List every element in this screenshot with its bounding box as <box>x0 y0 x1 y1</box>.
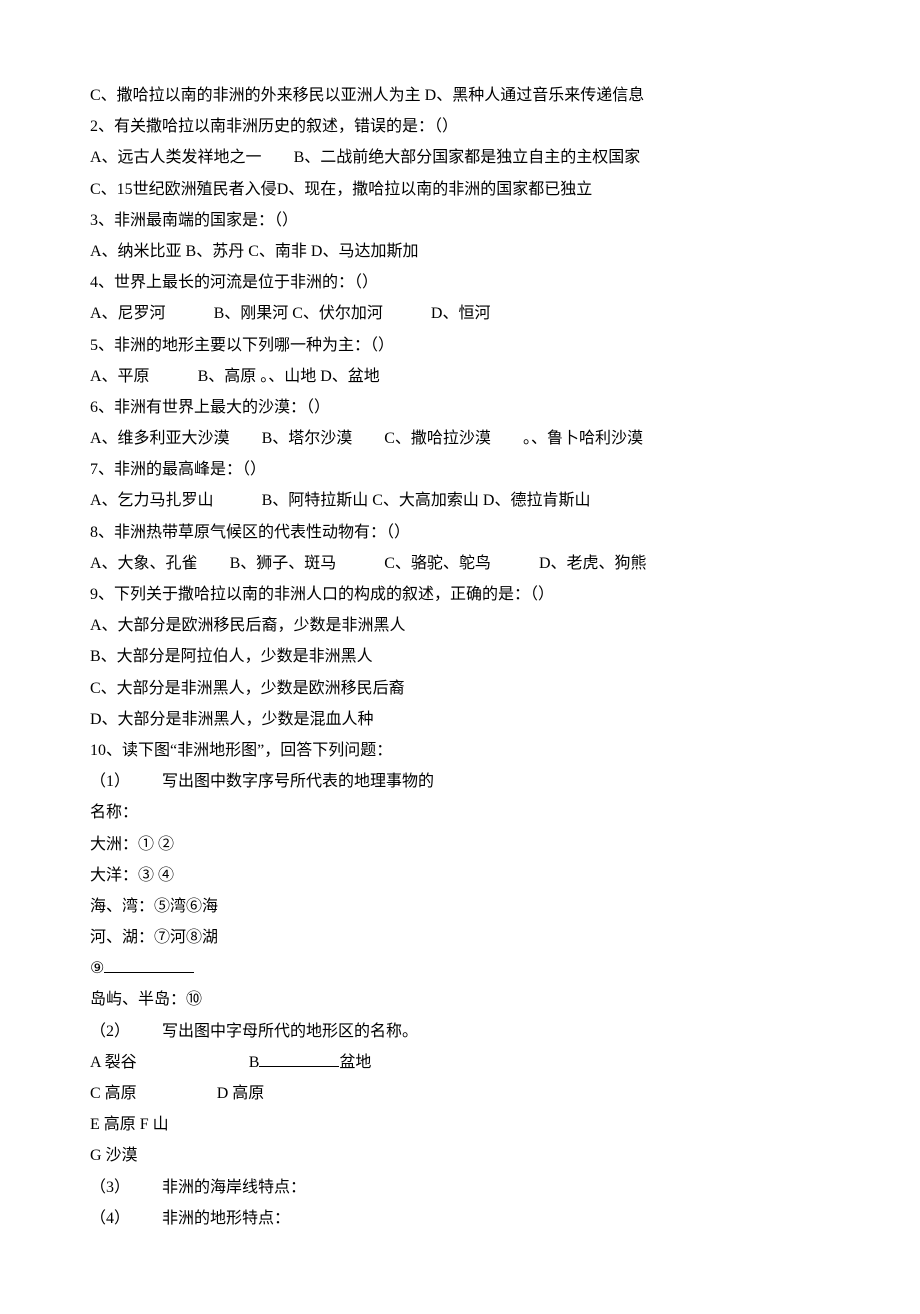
q10-p2-num: （2） <box>90 1023 130 1040</box>
q6-opt-b: B、塔尔沙漠 <box>262 430 353 447</box>
q5-options: A、平原 B、高原 。、山地 D、盆地 <box>90 361 830 392</box>
q10-p1-num: （1） <box>90 773 130 790</box>
q10-ocean: 大洋：③ ④ <box>90 860 830 891</box>
q10-line-cd: C 高原 D 高原 <box>90 1078 830 1109</box>
q10-p4-num: （4） <box>90 1210 130 1227</box>
q10-continent: 大洲：① ② <box>90 829 830 860</box>
q8-options: A、大象、孔雀 B、狮子、斑马 C、骆驼、鸵鸟 D、老虎、狗熊 <box>90 548 830 579</box>
q10-p4: （4） 非洲的地形特点： <box>90 1203 830 1234</box>
q6-opt-a: A、维多利亚大沙漠 <box>90 430 230 447</box>
q-pre-option-c-d: C、撒哈拉以南的非洲的外来移民以亚洲人为主 D、黑种人通过音乐来传递信息 <box>90 80 830 111</box>
q3-options: A、纳米比亚 B、苏丹 C、南非 D、马达加斯加 <box>90 236 830 267</box>
q2-opt-c: C、15世纪欧洲殖民者入侵 <box>90 181 277 198</box>
q4-opt-d: D、恒河 <box>431 305 491 322</box>
q10-p3-text: 非洲的海岸线特点： <box>162 1179 306 1196</box>
q3-stem: 3、非洲最南端的国家是：（） <box>90 205 830 236</box>
q10-p3-num: （3） <box>90 1179 130 1196</box>
q6-opt-c: C、撒哈拉沙漠 <box>384 430 491 447</box>
q10-p2-text: 写出图中字母所代的地形区的名称。 <box>162 1023 418 1040</box>
q10-nine: ⑨ <box>90 953 830 984</box>
q10-p4-text: 非洲的地形特点： <box>162 1210 290 1227</box>
q2-stem: 2、有关撒哈拉以南非洲历史的叙述，错误的是：（） <box>90 111 830 142</box>
q10-line-g: G 沙漠 <box>90 1140 830 1171</box>
q2-options-ab: A、远古人类发祥地之一 B、二战前绝大部分国家都是独立自主的主权国家 <box>90 142 830 173</box>
q10-p1-line1: （1） 写出图中数字序号所代表的地理事物的 <box>90 766 830 797</box>
q7-opt-a: A、乞力马扎罗山 <box>90 492 214 509</box>
blank-input[interactable] <box>104 956 194 973</box>
q10-p1-text: 写出图中数字序号所代表的地理事物的 <box>162 773 434 790</box>
q10-a: A 裂谷 <box>90 1054 137 1071</box>
q9-opt-d: D、大部分是非洲黑人，少数是混血人种 <box>90 704 830 735</box>
q10-line-ef: E 高原 F 山 <box>90 1109 830 1140</box>
q7-opt-rest: B、阿特拉斯山 C、大高加索山 D、德拉肯斯山 <box>262 492 591 509</box>
q10-line-ab: A 裂谷 B 盆地 <box>90 1047 830 1078</box>
q7-options: A、乞力马扎罗山 B、阿特拉斯山 C、大高加索山 D、德拉肯斯山 <box>90 485 830 516</box>
q10-p1-line2: 名称： <box>90 797 830 828</box>
q10-c: C 高原 <box>90 1085 137 1102</box>
q4-options: A、尼罗河 B、刚果河 C、伏尔加河 D、恒河 <box>90 298 830 329</box>
q10-b-suf: 盆地 <box>339 1054 371 1071</box>
q4-stem: 4、世界上最长的河流是位于非洲的：（） <box>90 267 830 298</box>
q10-river: 河、湖：⑦河⑧湖 <box>90 922 830 953</box>
q8-opt-b: B、狮子、斑马 <box>230 555 337 572</box>
q9-opt-a: A、大部分是欧洲移民后裔，少数是非洲黑人 <box>90 610 830 641</box>
q5-opt-a: A、平原 <box>90 368 150 385</box>
q10-d: D 高原 <box>217 1085 265 1102</box>
q6-stem: 6、非洲有世界上最大的沙漠：（） <box>90 392 830 423</box>
q10-stem: 10、读下图“非洲地形图”，回答下列问题： <box>90 735 830 766</box>
q6-options: A、维多利亚大沙漠 B、塔尔沙漠 C、撒哈拉沙漠 。、鲁卜哈利沙漠 <box>90 423 830 454</box>
q8-stem: 8、非洲热带草原气候区的代表性动物有：（） <box>90 517 830 548</box>
q2-opt-d: D、现在，撒哈拉以南的非洲的国家都已独立 <box>277 181 593 198</box>
q2-options-cd: C、15世纪欧洲殖民者入侵D、现在，撒哈拉以南的非洲的国家都已独立 <box>90 174 830 205</box>
q10-island: 岛屿、半岛：⑩ <box>90 984 830 1015</box>
q2-opt-b: B、二战前绝大部分国家都是独立自主的主权国家 <box>294 149 641 166</box>
q5-opt-rest: B、高原 。、山地 D、盆地 <box>198 368 380 385</box>
q9-stem: 9、下列关于撒哈拉以南的非洲人口的构成的叙述，正确的是：（） <box>90 579 830 610</box>
blank-input[interactable] <box>259 1050 339 1067</box>
q8-opt-a: A、大象、孔雀 <box>90 555 198 572</box>
q9-opt-c: C、大部分是非洲黑人，少数是欧洲移民后裔 <box>90 673 830 704</box>
q10-b-pre: B <box>249 1054 260 1071</box>
q4-opt-a: A、尼罗河 <box>90 305 166 322</box>
q8-opt-d: D、老虎、狗熊 <box>539 555 647 572</box>
q10-sea: 海、湾：⑤湾⑥海 <box>90 891 830 922</box>
q5-stem: 5、非洲的地形主要以下列哪一种为主：（） <box>90 330 830 361</box>
q10-p3: （3） 非洲的海岸线特点： <box>90 1172 830 1203</box>
q10-p2: （2） 写出图中字母所代的地形区的名称。 <box>90 1016 830 1047</box>
q7-stem: 7、非洲的最高峰是：（） <box>90 454 830 485</box>
q6-opt-d: 。、鲁卜哈利沙漠 <box>523 430 643 447</box>
q4-opt-bc: B、刚果河 C、伏尔加河 <box>214 305 383 322</box>
q9-opt-b: B、大部分是阿拉伯人，少数是非洲黑人 <box>90 641 830 672</box>
q2-opt-a: A、远古人类发祥地之一 <box>90 149 262 166</box>
q8-opt-c: C、骆驼、鸵鸟 <box>384 555 491 572</box>
q10-nine-label: ⑨ <box>90 960 104 977</box>
